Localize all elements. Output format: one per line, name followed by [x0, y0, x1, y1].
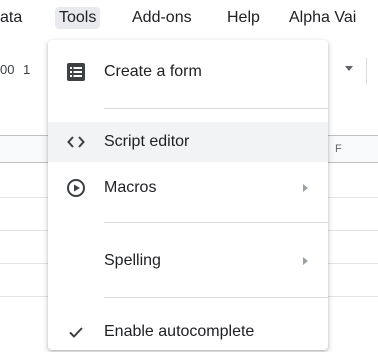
menu-bar: ata Tools Add-ons Help Alpha Vai: [0, 0, 378, 36]
menu-item-create-form[interactable]: Create a form: [48, 52, 328, 92]
form-icon: [67, 63, 85, 81]
menu-item-spelling[interactable]: Spelling: [48, 241, 328, 281]
menu-item-label: Enable autocomplete: [104, 323, 255, 340]
menu-item-macros[interactable]: Macros: [48, 168, 328, 208]
menu-item-label: Spelling: [104, 252, 161, 269]
menubar-item-help[interactable]: Help: [227, 7, 260, 29]
menu-divider: [104, 222, 328, 223]
menu-item-label: Macros: [104, 179, 157, 196]
menubar-item-addons[interactable]: Add-ons: [132, 7, 192, 29]
play-circle-icon: [67, 179, 85, 197]
menu-item-script-editor[interactable]: Script editor: [48, 122, 328, 162]
menubar-item-tools[interactable]: Tools: [55, 7, 101, 29]
menu-divider: [104, 108, 328, 109]
submenu-arrow-icon: [303, 257, 308, 265]
menu-item-enable-autocomplete[interactable]: Enable autocomplete: [48, 312, 328, 352]
toolbar-divider: [366, 58, 367, 84]
submenu-arrow-icon: [303, 184, 308, 192]
menubar-item-data[interactable]: ata: [0, 7, 22, 29]
menu-item-label: Script editor: [104, 133, 190, 150]
column-header-f[interactable]: F: [335, 143, 342, 155]
decimal-format-button[interactable]: 00: [0, 62, 14, 77]
toolbar-dropdown-arrow-icon[interactable]: [345, 66, 353, 71]
font-size-label[interactable]: 1: [23, 62, 30, 77]
tools-menu: Create a form Script editor Macros Spell…: [48, 40, 328, 350]
menu-item-label: Create a form: [104, 63, 202, 80]
menu-divider: [104, 297, 328, 298]
checkmark-icon: [69, 327, 83, 338]
code-brackets-icon: [67, 136, 85, 148]
menubar-item-alpha-vantage[interactable]: Alpha Vai: [289, 7, 356, 29]
